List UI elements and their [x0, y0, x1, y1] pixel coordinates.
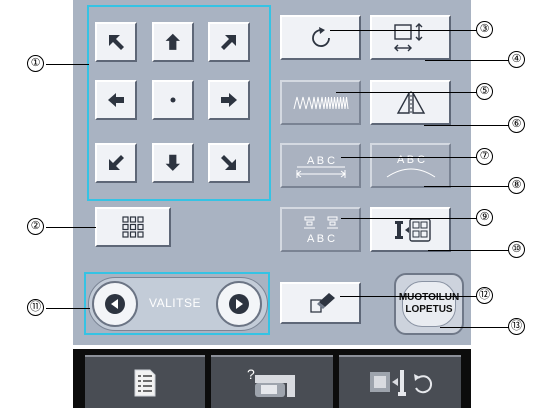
layout-grid-button[interactable] — [95, 207, 171, 247]
settings-tab[interactable] — [85, 355, 205, 408]
move-up-right-button[interactable] — [208, 22, 250, 62]
leader-6 — [424, 125, 509, 126]
callout-12: ⑫ — [476, 287, 493, 304]
arc-text-button[interactable]: A B C — [370, 143, 451, 188]
eraser-icon — [309, 293, 335, 313]
move-down-left-button[interactable] — [95, 143, 137, 183]
arrow-up-left-icon — [109, 35, 124, 50]
leader-13 — [440, 327, 509, 328]
callout-5: ⑤ — [476, 83, 493, 100]
sewing-tab[interactable] — [339, 355, 461, 408]
thread-color-button[interactable] — [370, 207, 451, 252]
density-button[interactable] — [280, 80, 361, 125]
callout-11: ⑪ — [27, 299, 44, 316]
callout-4: ④ — [508, 51, 525, 68]
triangle-left-icon — [105, 294, 125, 314]
move-right-button[interactable] — [208, 80, 250, 120]
leader-12 — [340, 296, 478, 297]
leader-11 — [46, 308, 90, 309]
thread-color-icon — [394, 217, 431, 242]
mirror-icon — [396, 90, 425, 115]
resize-button[interactable] — [370, 15, 451, 60]
help-glyph: ? — [247, 366, 255, 382]
callout-9: ⑨ — [476, 209, 493, 226]
arrow-left-icon — [108, 93, 124, 107]
arrow-down-left-icon — [109, 155, 124, 170]
move-up-button[interactable] — [152, 22, 194, 62]
grid-icon — [122, 216, 144, 238]
callout-7: ⑦ — [476, 148, 493, 165]
resize-icon — [393, 22, 422, 51]
callout-3: ③ — [476, 21, 493, 38]
arrow-up-icon — [165, 33, 180, 50]
leader-2 — [46, 227, 96, 228]
rotate-button[interactable] — [280, 15, 361, 60]
arrow-down-icon — [165, 154, 180, 171]
move-down-button[interactable] — [152, 143, 194, 183]
end-edit-line2: LOPETUS — [405, 304, 453, 315]
rotate-icon — [311, 26, 330, 47]
leader-7 — [341, 157, 478, 158]
center-button[interactable] — [152, 80, 194, 120]
callout-10: ⑩ — [508, 241, 525, 258]
callout-6: ⑥ — [508, 116, 525, 133]
letter-spacing-label: A B C — [306, 155, 334, 167]
letter-spacing-button[interactable]: A B C — [280, 143, 361, 188]
leader-10 — [428, 250, 510, 251]
arc-text-icon: A B C — [386, 154, 435, 177]
arc-text-label: A B C — [396, 154, 424, 166]
selector-label: VALITSE — [149, 296, 201, 310]
machine-help-icon: ? — [247, 366, 295, 397]
triangle-right-icon — [229, 294, 249, 314]
callout-1: ① — [27, 55, 44, 72]
mirror-button[interactable] — [370, 80, 451, 125]
settings-list-icon — [134, 369, 156, 396]
end-edit-face: MUOTOILUN LOPETUS — [398, 281, 460, 327]
move-up-left-button[interactable] — [95, 22, 137, 62]
leader-1 — [46, 64, 89, 65]
help-tab[interactable]: ? — [211, 355, 333, 408]
leader-3 — [330, 30, 478, 31]
zigzag-stitch-icon — [293, 96, 348, 109]
end-edit-line1: MUOTOILUN — [398, 292, 460, 303]
leader-4 — [425, 60, 509, 61]
arrow-right-icon — [221, 93, 237, 107]
leader-9 — [341, 218, 478, 219]
callout-8: ⑧ — [508, 177, 525, 194]
callout-13: ⑬ — [508, 318, 525, 335]
move-left-button[interactable] — [95, 80, 137, 120]
vertical-text-button[interactable]: A B C — [280, 207, 361, 252]
bottom-bar: ? — [73, 349, 471, 408]
letter-spacing-icon: A B C — [295, 155, 346, 178]
sewing-machine-icon — [370, 369, 433, 396]
arrow-down-right-icon — [221, 155, 236, 170]
delete-button[interactable] — [280, 282, 361, 324]
arrow-up-right-icon — [221, 35, 236, 50]
select-next-button[interactable] — [216, 281, 262, 327]
callout-2: ② — [27, 218, 44, 235]
leader-8 — [424, 186, 509, 187]
end-edit-button[interactable]: MUOTOILUN LOPETUS — [394, 273, 464, 335]
select-previous-button[interactable] — [92, 281, 138, 327]
leader-5 — [336, 92, 478, 93]
center-dot-icon — [170, 97, 176, 103]
move-down-right-button[interactable] — [208, 143, 250, 183]
vertical-text-label: A B C — [306, 233, 334, 245]
